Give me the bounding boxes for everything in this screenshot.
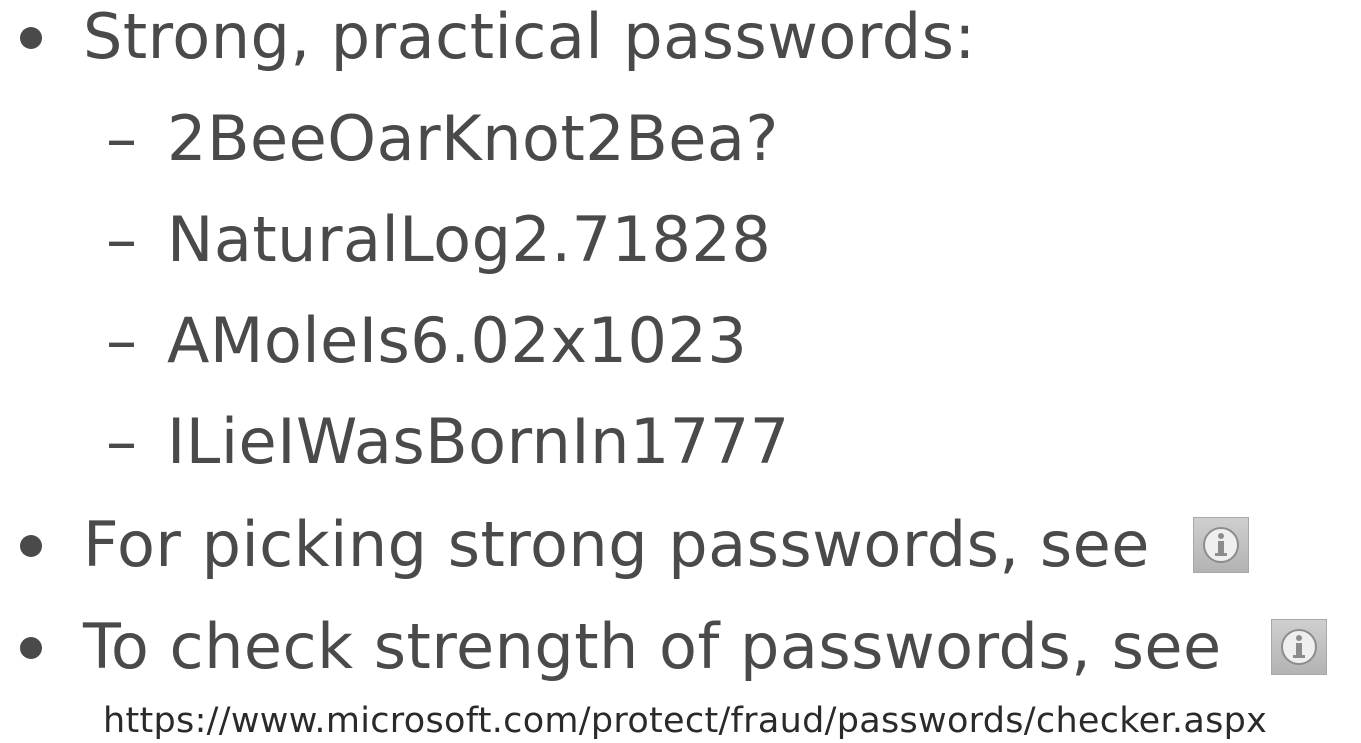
bullet-dot <box>20 637 42 659</box>
bullet-text: For picking strong passwords, see <box>83 508 1150 581</box>
dash-marker: – <box>106 405 137 478</box>
bullet-dot <box>20 27 42 49</box>
dash-marker: – <box>106 304 137 377</box>
bullet-text: To check strength of passwords, see <box>83 610 1222 683</box>
bullet-dot <box>20 535 42 557</box>
checker-url-link[interactable]: https://www.microsoft.com/protect/fraud/… <box>103 704 1267 739</box>
info-icon[interactable] <box>1271 619 1327 675</box>
bullet-text: Strong, practical passwords: <box>83 0 976 73</box>
slide: Strong, practical passwords: – 2BeeOarKn… <box>0 0 1361 743</box>
sub-item-text: NaturalLog2.71828 <box>167 203 772 276</box>
sub-item-text: ILieIWasBornIn1777 <box>167 405 790 478</box>
sub-item-text: AMoleIs6.02x1023 <box>167 304 748 377</box>
dash-marker: – <box>106 102 137 175</box>
info-icon[interactable] <box>1193 517 1249 573</box>
sub-item-text: 2BeeOarKnot2Bea? <box>167 102 779 175</box>
dash-marker: – <box>106 203 137 276</box>
